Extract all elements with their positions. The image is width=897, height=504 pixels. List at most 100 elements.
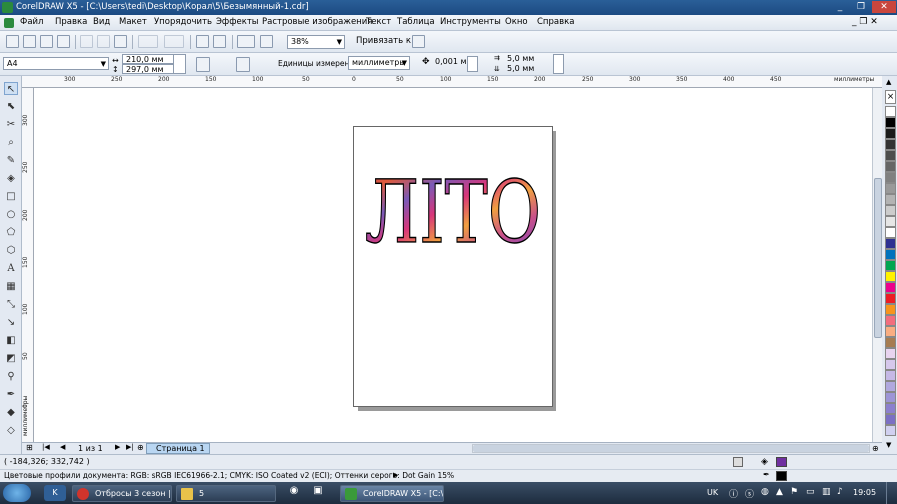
shape-tool-icon[interactable]: ⬉ (4, 100, 18, 113)
horizontal-scroll-thumb[interactable] (473, 445, 869, 452)
last-page-icon[interactable]: ▶| (126, 443, 134, 451)
document-window-controls[interactable]: _ ❐ ✕ (852, 17, 878, 27)
outline-tool-icon[interactable]: ✒ (4, 388, 18, 401)
portrait-orientation-icon[interactable] (196, 57, 210, 72)
color-swatch[interactable] (885, 172, 896, 183)
horizontal-ruler[interactable]: 300 250 200 150 100 50 0 50 100 150 200 … (22, 76, 882, 88)
open-icon[interactable] (23, 35, 36, 48)
clock[interactable]: 19:05 (853, 488, 876, 497)
color-swatch[interactable] (885, 216, 896, 227)
color-swatch[interactable] (885, 183, 896, 194)
language-indicator[interactable]: UK (707, 488, 718, 497)
smart-fill-tool-icon[interactable]: ◈ (4, 172, 18, 185)
color-swatch[interactable] (885, 304, 896, 315)
color-swatch[interactable] (885, 315, 896, 326)
page-width-field[interactable]: 210,0 мм (122, 54, 174, 64)
skype-tray-icon[interactable]: ⓢ (745, 487, 754, 500)
snap-status-icon[interactable] (733, 457, 743, 467)
crop-tool-icon[interactable]: ✂ (4, 118, 18, 131)
color-swatch[interactable] (885, 348, 896, 359)
taskbar-app-icon[interactable]: ◉ (284, 485, 304, 501)
color-swatch[interactable] (885, 194, 896, 205)
color-swatch[interactable] (885, 337, 896, 348)
connector-tool-icon[interactable]: ↘ (4, 316, 18, 329)
units-select[interactable]: миллиметры ▼ (348, 56, 410, 70)
color-swatch[interactable] (885, 139, 896, 150)
color-swatch[interactable] (885, 249, 896, 260)
nudge-spinner[interactable] (467, 56, 478, 72)
color-swatch[interactable] (885, 414, 896, 425)
fill-tool-icon[interactable]: ◆ (4, 406, 18, 419)
document-icon[interactable] (4, 18, 14, 28)
menu-layout[interactable]: Макет (119, 17, 147, 27)
blend-tool-icon[interactable]: ◧ (4, 334, 18, 347)
fill-color-swatch[interactable] (776, 457, 787, 467)
no-color-swatch[interactable]: ⨯ (885, 90, 896, 104)
eyedropper-tool-icon[interactable]: ⚲ (4, 370, 18, 383)
color-swatch[interactable] (885, 128, 896, 139)
add-page-icon[interactable]: ⊕ (137, 443, 144, 452)
cut-icon[interactable] (80, 35, 93, 48)
coreldraw-app-icon[interactable] (2, 2, 13, 13)
vertical-ruler[interactable]: 300 250 200 150 100 50 0 миллиметры (22, 88, 34, 442)
nudge-distance-field[interactable]: 0,001 мм (432, 56, 473, 70)
restore-button[interactable]: ❐ (851, 1, 871, 13)
landscape-orientation-icon[interactable] (214, 57, 228, 72)
color-swatch[interactable] (885, 260, 896, 271)
menu-file[interactable]: Файл (20, 17, 43, 27)
print-icon[interactable] (57, 35, 70, 48)
color-swatch[interactable] (885, 205, 896, 216)
first-page-icon[interactable]: |◀ (42, 443, 50, 451)
menu-effects[interactable]: Эффекты (216, 17, 259, 27)
application-launcher-icon[interactable] (237, 35, 255, 48)
duplicate-distance-y-field[interactable]: 5,0 мм (504, 64, 550, 74)
show-hidden-icons[interactable]: ▲ (776, 487, 783, 497)
menu-table[interactable]: Таблица (397, 17, 435, 27)
import-icon[interactable] (196, 35, 209, 48)
menu-edit[interactable]: Правка (55, 17, 87, 27)
taskbar-item-browser[interactable]: Отбросы 3 сезон | С... (72, 485, 172, 502)
color-swatch[interactable] (885, 282, 896, 293)
pinned-app-icon[interactable]: K (44, 485, 66, 501)
menu-text[interactable]: Текст (366, 17, 391, 27)
page-size-spinner[interactable] (173, 54, 186, 74)
all-pages-icon[interactable] (236, 57, 250, 72)
display-tray-icon[interactable]: ▭ (806, 487, 815, 497)
color-swatch[interactable] (885, 381, 896, 392)
table-tool-icon[interactable]: ▦ (4, 280, 18, 293)
volume-icon[interactable]: ♪ (837, 487, 843, 497)
color-swatch[interactable] (885, 370, 896, 381)
zoom-tool-icon[interactable]: ⌕ (4, 136, 18, 149)
profiles-arrow-icon[interactable]: ▶ (393, 471, 398, 479)
zoom-level-select[interactable]: 38% ▼ (287, 35, 345, 49)
color-swatch[interactable] (885, 238, 896, 249)
dimension-tool-icon[interactable]: ⤡ (4, 298, 18, 311)
start-button[interactable] (3, 484, 31, 502)
next-page-icon[interactable]: ▶ (115, 443, 120, 451)
ellipse-tool-icon[interactable]: ○ (4, 208, 18, 221)
color-swatch[interactable] (885, 326, 896, 337)
color-swatch[interactable] (885, 227, 896, 238)
options-icon[interactable] (412, 35, 425, 48)
save-icon[interactable] (40, 35, 53, 48)
flag-tray-icon[interactable]: ⚑ (790, 487, 798, 497)
color-swatch[interactable] (885, 425, 896, 436)
network-status-icon[interactable]: ▥ (822, 487, 831, 497)
rectangle-tool-icon[interactable]: □ (4, 190, 18, 203)
help-tray-icon[interactable]: ⓘ (729, 487, 738, 500)
color-swatch[interactable] (885, 392, 896, 403)
undo-icon[interactable] (138, 35, 158, 48)
transparency-tool-icon[interactable]: ◩ (4, 352, 18, 365)
new-document-icon[interactable] (6, 35, 19, 48)
text-tool-icon[interactable]: A (4, 262, 18, 275)
taskbar-item-folder[interactable]: 5 (176, 485, 276, 502)
vertical-scroll-thumb[interactable] (874, 178, 882, 338)
minimize-button[interactable]: _ (830, 1, 850, 13)
paste-icon[interactable] (114, 35, 127, 48)
color-swatch[interactable] (885, 117, 896, 128)
copy-icon[interactable] (97, 35, 110, 48)
artwork-text-object[interactable]: ЛІТО (356, 160, 550, 256)
vertical-scrollbar[interactable] (872, 88, 882, 442)
outline-color-swatch[interactable] (776, 471, 787, 481)
network-tray-icon[interactable]: ◍ (761, 487, 769, 497)
